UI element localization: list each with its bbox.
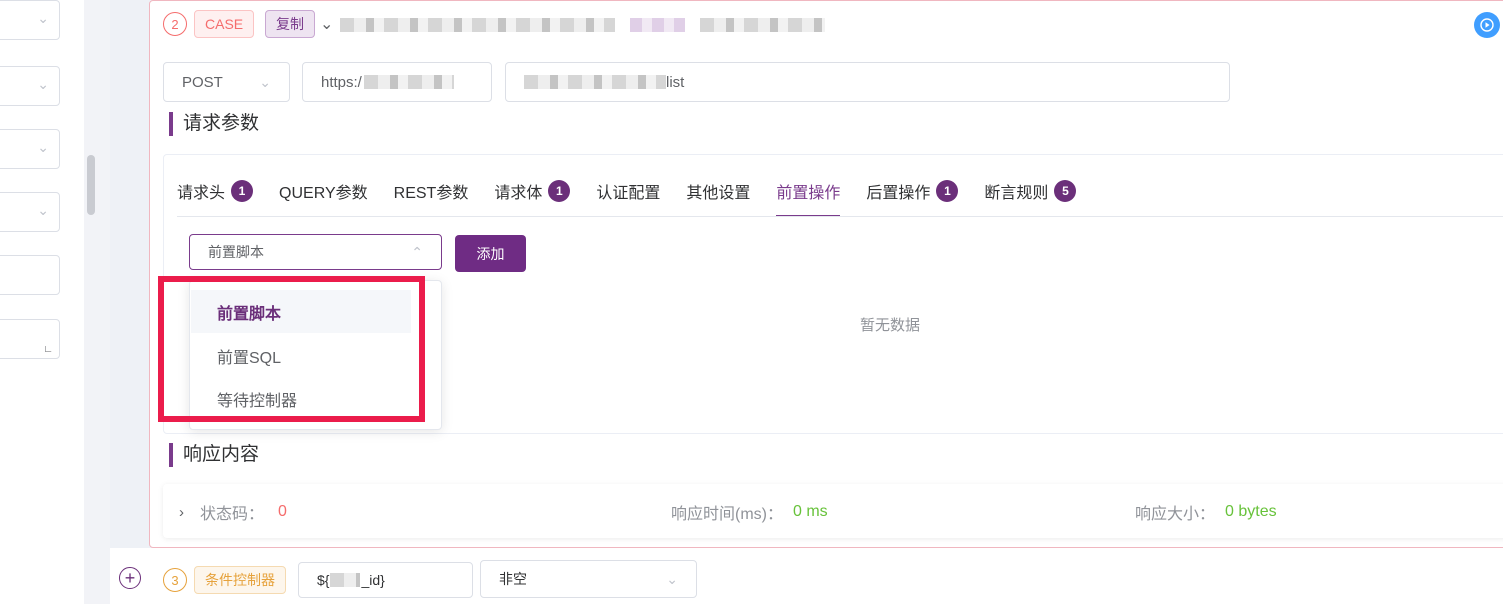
pre-operation-select[interactable]: 前置脚本 ⌃	[189, 234, 442, 270]
pre-operation-value: 前置脚本	[208, 244, 264, 260]
path-value: list	[666, 73, 685, 91]
condition-controller-tag: 条件控制器	[194, 566, 286, 594]
method-value: POST	[182, 73, 223, 91]
expression-prefix: ${	[317, 572, 330, 588]
chevron-down-icon: ⌄	[666, 570, 678, 587]
status-label: 状态码：	[200, 506, 265, 523]
chevron-down-icon: ⌄	[37, 10, 49, 26]
tab-auth-config[interactable]: 认证配置	[596, 176, 660, 206]
size-value: 0 bytes	[1225, 503, 1277, 520]
response-summary: › 状态码： 0 响应时间(ms)： 0 ms 响应大小： 0 bytes	[163, 484, 1503, 538]
tab-request-headers[interactable]: 请求头 1	[177, 176, 254, 206]
tab-request-body[interactable]: 请求体 1	[494, 176, 571, 206]
chevron-down-icon: ⌄	[37, 202, 49, 218]
run-button[interactable]	[1474, 12, 1500, 38]
status-value: 0	[278, 503, 287, 520]
chevron-down-icon[interactable]: ⌄	[320, 14, 333, 34]
left-textarea[interactable]: ∟	[0, 319, 60, 359]
condition-expression-input[interactable]: ${ _id}	[298, 562, 473, 598]
path-redacted	[524, 75, 666, 89]
operator-value: 非空	[499, 571, 527, 587]
left-select-1[interactable]: ⌄	[0, 0, 60, 40]
tab-other-settings[interactable]: 其他设置	[686, 176, 750, 206]
condition-operator-select[interactable]: 非空 ⌄	[480, 560, 697, 598]
play-icon	[1480, 18, 1494, 32]
response-size: 响应大小： 0 bytes	[1135, 500, 1277, 524]
left-select-3[interactable]: ⌄	[0, 129, 60, 169]
response-time: 响应时间(ms)： 0 ms	[671, 500, 828, 524]
expression-suffix: _id}	[361, 572, 385, 588]
count-badge: 1	[548, 180, 571, 202]
tab-pre-operations[interactable]: 前置操作	[776, 176, 841, 217]
left-select-2[interactable]: ⌄	[0, 66, 60, 106]
empty-text: 暂无数据	[859, 317, 920, 334]
expression-redacted	[330, 573, 361, 587]
size-label: 响应大小：	[1135, 506, 1216, 523]
description-redacted	[700, 18, 825, 32]
count-badge: 1	[231, 180, 254, 202]
request-params-title: 请求参数	[169, 112, 259, 136]
tab-rest-params[interactable]: REST参数	[394, 176, 469, 206]
path-input[interactable]: list	[505, 62, 1230, 102]
count-badge: 1	[936, 180, 959, 202]
request-tabs: 请求头 1 QUERY参数 REST参数 请求体 1 认证配置 其他设置 前置操作 …	[177, 176, 1102, 217]
add-step-icon[interactable]: +	[119, 567, 141, 589]
chevron-right-icon[interactable]: ›	[179, 504, 184, 521]
method-select[interactable]: POST ⌄	[163, 62, 290, 102]
highlight-box	[158, 276, 425, 422]
copy-tag-button[interactable]: 复制	[265, 10, 315, 38]
step-number: 3	[163, 568, 187, 592]
left-panel: ⌄ ⌄ ⌄ ⌄ ∟	[0, 0, 84, 604]
base-url-value: https:/	[321, 73, 362, 91]
chevron-up-icon: ⌃	[411, 243, 423, 260]
response-title: 响应内容	[169, 443, 259, 467]
step-name-redacted	[340, 18, 615, 32]
tag-redacted	[630, 18, 685, 32]
step-number: 2	[163, 12, 187, 36]
scrollbar-thumb[interactable]	[87, 155, 95, 215]
resize-grip-icon[interactable]: ∟	[43, 344, 53, 355]
count-badge: 5	[1054, 180, 1077, 202]
base-url-redacted	[363, 75, 454, 89]
left-input[interactable]	[0, 255, 60, 295]
tabs-divider	[177, 216, 1503, 217]
case-tag: CASE	[194, 10, 255, 38]
chevron-down-icon: ⌄	[259, 73, 271, 90]
add-button[interactable]: 添加	[455, 235, 526, 272]
base-url-input[interactable]: https:/	[302, 62, 492, 102]
tab-post-operations[interactable]: 后置操作 1	[866, 176, 959, 206]
time-label: 响应时间(ms)：	[671, 506, 783, 523]
left-select-4[interactable]: ⌄	[0, 192, 60, 232]
tab-assertions[interactable]: 断言规则 5	[984, 176, 1077, 206]
scroll-gutter	[84, 0, 110, 604]
chevron-down-icon: ⌄	[37, 76, 49, 92]
response-status[interactable]: › 状态码： 0	[179, 500, 287, 524]
chevron-down-icon: ⌄	[37, 139, 49, 155]
tab-query-params[interactable]: QUERY参数	[279, 176, 368, 206]
time-value: 0 ms	[793, 503, 828, 520]
